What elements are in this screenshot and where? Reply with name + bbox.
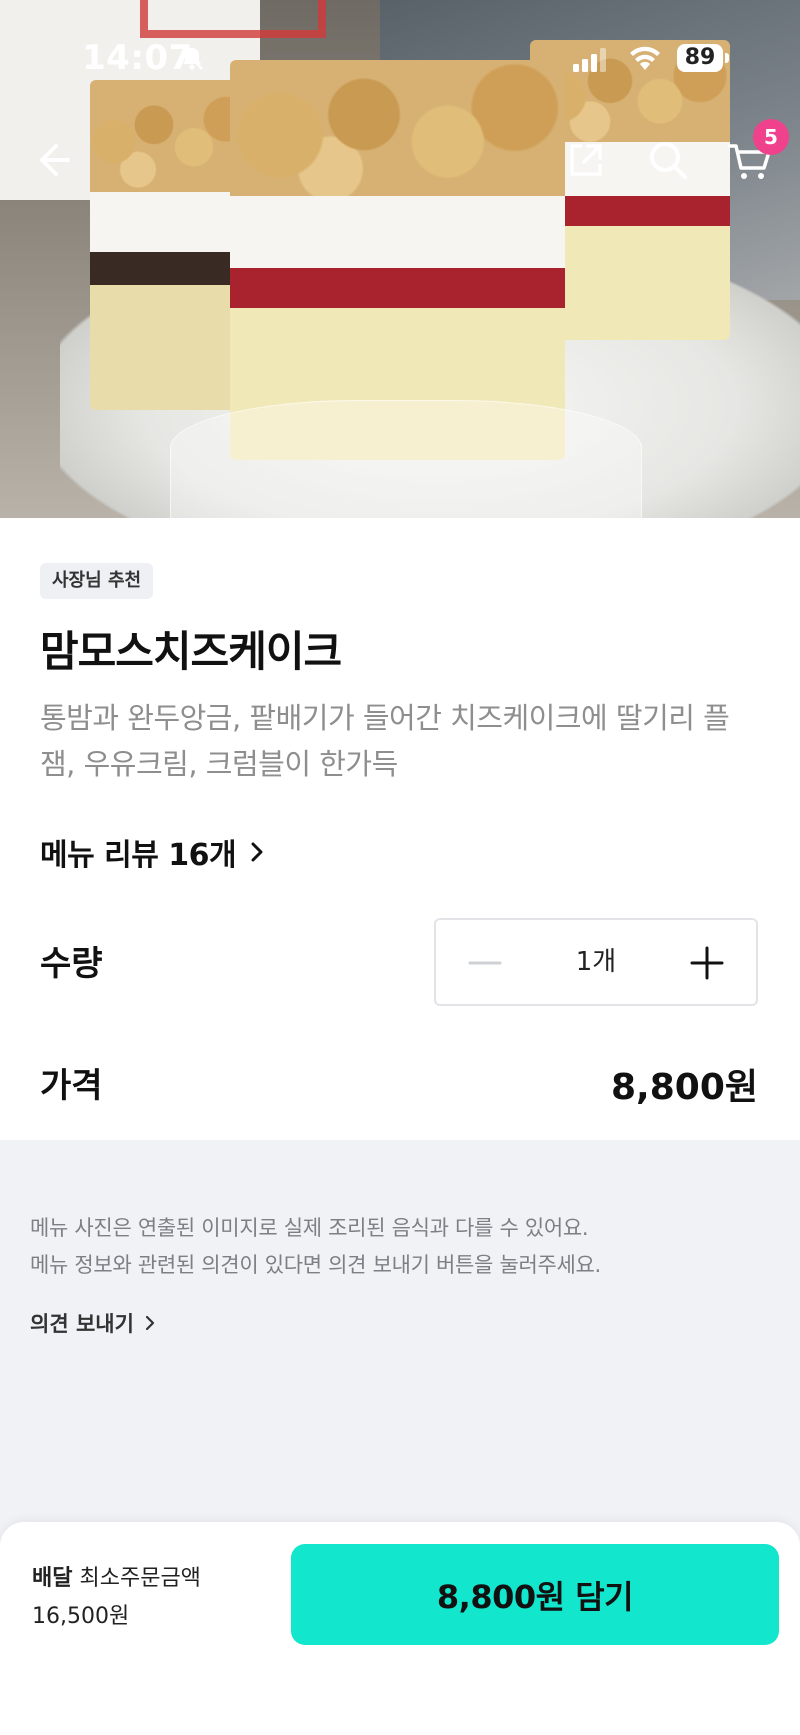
photo-paper-liner xyxy=(170,400,642,518)
quantity-increase-button[interactable] xyxy=(682,938,732,988)
quantity-label: 수량 xyxy=(40,944,103,984)
photo-notice: 메뉴 사진은 연출된 이미지로 실제 조리된 음식과 다를 수 있어요. 메뉴 … xyxy=(30,1210,601,1284)
notice-line-2: 메뉴 정보와 관련된 의견이 있다면 의견 보내기 버튼을 눌러주세요. xyxy=(30,1253,601,1277)
share-icon xyxy=(570,144,602,176)
quantity-value: 1개 xyxy=(575,947,617,977)
bell-slash-icon xyxy=(181,46,203,70)
battery-level: 89 xyxy=(677,44,723,72)
search-icon xyxy=(650,142,687,179)
chevron-right-icon xyxy=(251,842,263,862)
plus-icon xyxy=(690,946,724,980)
status-time: 14:07 xyxy=(82,38,193,78)
min-order-label: 최소주문금액 xyxy=(79,1566,201,1591)
min-order-value: 16,500원 xyxy=(32,1604,130,1629)
wifi-icon xyxy=(630,46,660,70)
add-to-cart-button[interactable]: 8,800원 담기 xyxy=(291,1544,779,1645)
send-feedback-label: 의견 보내기 xyxy=(30,1312,134,1336)
price-value: 8,800원 xyxy=(611,1067,758,1108)
menu-review-link[interactable]: 메뉴 리뷰 16개 xyxy=(40,830,268,874)
menu-review-label: 메뉴 리뷰 16개 xyxy=(40,838,237,873)
menu-description: 통밤과 완두앙금, 팥배기가 들어간 치즈케이크에 딸기리 플잼, 우유크림, … xyxy=(40,701,730,781)
back-arrow-icon xyxy=(40,144,70,176)
battery-icon: 89 xyxy=(677,44,729,72)
notice-line-1: 메뉴 사진은 연출된 이미지로 실제 조리된 음식과 다를 수 있어요. xyxy=(30,1216,589,1240)
quantity-decrease-button[interactable] xyxy=(460,938,510,988)
share-button[interactable] xyxy=(560,134,612,186)
delivery-label: 배달 xyxy=(32,1566,73,1591)
price-label: 가격 xyxy=(40,1066,103,1106)
minimum-order-info: 배달 최소주문금액 16,500원 xyxy=(32,1560,201,1636)
chevron-right-icon xyxy=(145,1315,155,1331)
quantity-stepper: 1개 xyxy=(434,918,758,1006)
recommendation-badge: 사장님 추천 xyxy=(40,563,154,599)
menu-title: 맘모스치즈케이크 xyxy=(40,627,342,676)
search-button[interactable] xyxy=(642,134,694,186)
cake-slice-left xyxy=(90,80,250,410)
minus-icon xyxy=(468,961,502,965)
send-feedback-link[interactable]: 의견 보내기 xyxy=(30,1308,158,1338)
cart-count-badge: 5 xyxy=(753,119,789,155)
back-button[interactable] xyxy=(26,134,78,186)
status-bar: 14:07 89 xyxy=(0,0,800,118)
signal-icon xyxy=(573,48,606,72)
